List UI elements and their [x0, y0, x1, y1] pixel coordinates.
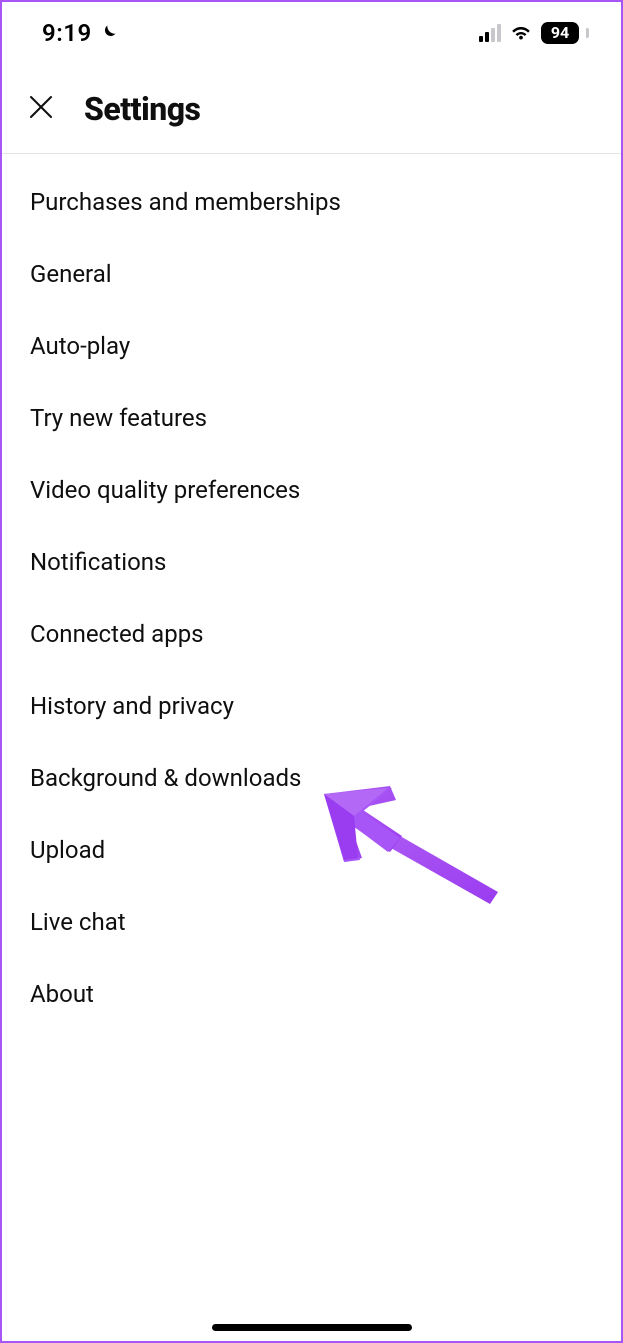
- settings-item-label: Notifications: [30, 548, 166, 576]
- settings-item-live-chat[interactable]: Live chat: [2, 886, 621, 958]
- settings-item-try-new-features[interactable]: Try new features: [2, 382, 621, 454]
- home-indicator[interactable]: [212, 1324, 412, 1331]
- settings-item-label: Auto-play: [30, 332, 130, 360]
- status-bar: 9:19 94: [2, 2, 621, 60]
- status-right: 94: [479, 22, 589, 44]
- settings-item-general[interactable]: General: [2, 238, 621, 310]
- close-icon: [26, 92, 56, 125]
- settings-item-purchases[interactable]: Purchases and memberships: [2, 166, 621, 238]
- settings-item-label: Live chat: [30, 908, 126, 936]
- battery-tip: [586, 28, 589, 38]
- settings-item-upload[interactable]: Upload: [2, 814, 621, 886]
- settings-item-label: Purchases and memberships: [30, 188, 341, 216]
- status-time: 9:19: [42, 19, 92, 47]
- settings-item-history-privacy[interactable]: History and privacy: [2, 670, 621, 742]
- page-header: Settings: [2, 60, 621, 154]
- settings-list: Purchases and memberships General Auto-p…: [2, 154, 621, 1042]
- wifi-icon: [509, 22, 533, 44]
- page-title: Settings: [84, 90, 200, 128]
- settings-item-video-quality[interactable]: Video quality preferences: [2, 454, 621, 526]
- settings-item-label: Background & downloads: [30, 764, 301, 792]
- settings-item-label: History and privacy: [30, 692, 234, 720]
- status-left: 9:19: [42, 19, 118, 47]
- settings-item-connected-apps[interactable]: Connected apps: [2, 598, 621, 670]
- settings-item-label: Upload: [30, 836, 105, 864]
- battery-level-icon: 94: [541, 22, 579, 44]
- cellular-signal-icon: [479, 24, 501, 42]
- settings-item-notifications[interactable]: Notifications: [2, 526, 621, 598]
- settings-item-label: Video quality preferences: [30, 476, 300, 504]
- settings-item-label: General: [30, 260, 112, 288]
- settings-item-background-downloads[interactable]: Background & downloads: [2, 742, 621, 814]
- settings-item-autoplay[interactable]: Auto-play: [2, 310, 621, 382]
- do-not-disturb-icon: [98, 23, 118, 43]
- settings-item-label: About: [30, 980, 94, 1008]
- settings-item-label: Connected apps: [30, 620, 204, 648]
- close-button[interactable]: [22, 88, 60, 129]
- settings-item-about[interactable]: About: [2, 958, 621, 1030]
- settings-item-label: Try new features: [30, 404, 207, 432]
